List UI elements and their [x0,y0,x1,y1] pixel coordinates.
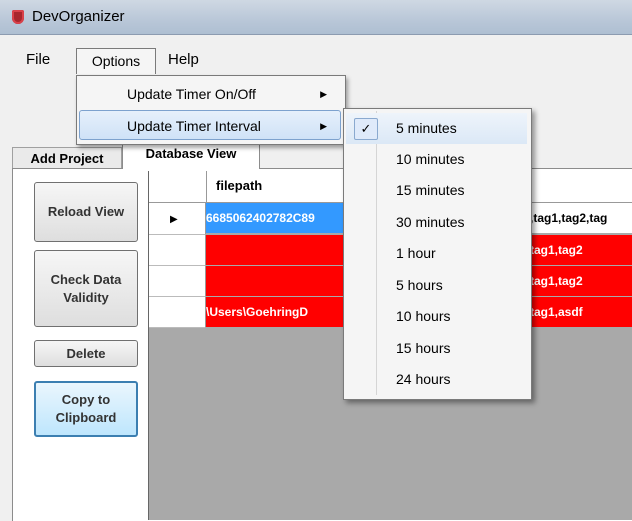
checkmark-icon: ✓ [354,118,378,140]
interval-option[interactable]: 10 minutes [346,144,527,175]
menu-item-update-timer-toggle[interactable]: Update Timer On/Off ▶ [79,79,341,109]
current-row-indicator-icon: ▶ [170,214,178,225]
copy-to-clipboard-button[interactable]: Copy to Clipboard [34,381,138,437]
grid-corner[interactable] [149,171,207,202]
interval-option[interactable]: 5 hours [346,270,527,301]
cell-filepath[interactable]: 6685062402782C89 [206,203,344,233]
cell-tags[interactable]: ,tag1,tag2,tag [530,203,632,233]
reload-view-button[interactable]: Reload View [34,182,138,242]
tab-add-project[interactable]: Add Project [12,147,122,168]
cell-filepath[interactable] [206,235,344,265]
interval-option[interactable]: 15 hours [346,333,527,364]
row-header[interactable] [149,235,206,266]
interval-option-label: 5 hours [396,277,443,293]
cell-filepath[interactable]: \Users\GoehringD [206,297,344,327]
interval-option[interactable]: 1 hour [346,238,527,269]
interval-option-label: 24 hours [396,371,451,387]
cell-tags[interactable]: tag1,tag2 [530,266,632,296]
row-header[interactable] [149,297,206,328]
row-header[interactable] [149,266,206,297]
menu-item-label: Update Timer On/Off [127,86,256,102]
menu-file[interactable]: File [26,48,50,72]
interval-option-label: 5 minutes [396,120,457,136]
cell-tags[interactable]: tag1,tag2 [530,235,632,265]
interval-option-label: 15 minutes [396,182,465,198]
options-dropdown-menu: Update Timer On/Off ▶ Update Timer Inter… [76,75,346,145]
interval-option-label: 1 hour [396,245,436,261]
cell-tags[interactable]: tag1,asdf [530,297,632,327]
menu-bar: File Options Help [0,48,632,76]
interval-option[interactable]: 24 hours [346,364,527,395]
column-header-filepath[interactable]: filepath [216,178,262,193]
interval-option[interactable]: 10 hours [346,301,527,332]
interval-option-label: 15 hours [396,340,451,356]
interval-option-label: 10 hours [396,308,451,324]
tab-database-view[interactable]: Database View [122,142,260,169]
submenu-arrow-icon: ▶ [320,121,327,131]
interval-submenu: ✓ 5 minutes 10 minutes 15 minutes 30 min… [343,108,532,400]
menu-item-update-timer-interval[interactable]: Update Timer Interval ▶ [79,110,341,140]
interval-option[interactable]: ✓ 5 minutes [346,113,527,144]
submenu-arrow-icon: ▶ [320,89,327,99]
menu-help[interactable]: Help [168,48,199,72]
interval-option[interactable]: 15 minutes [346,175,527,206]
app-icon [12,10,24,24]
menu-options[interactable]: Options [76,48,156,74]
window-title: DevOrganizer [32,8,125,25]
interval-option-label: 30 minutes [396,214,465,230]
menu-item-label: Update Timer Interval [127,118,261,134]
interval-option-label: 10 minutes [396,151,465,167]
cell-filepath[interactable] [206,266,344,296]
check-data-validity-button[interactable]: Check Data Validity [34,250,138,327]
interval-option[interactable]: 30 minutes [346,207,527,238]
delete-button[interactable]: Delete [34,340,138,367]
